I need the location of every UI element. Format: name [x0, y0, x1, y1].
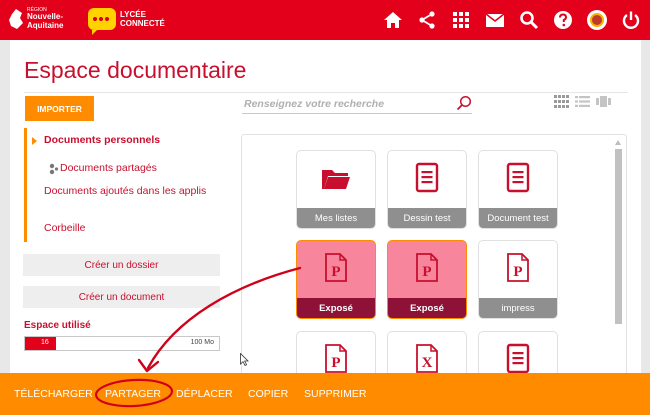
svg-text:X: X — [422, 355, 433, 371]
grid-view-icon[interactable] — [554, 95, 569, 108]
lycee-logo-text: LYCÉE CONNECTÉ — [120, 10, 165, 28]
create-document-button[interactable]: Créer un document — [23, 286, 220, 308]
download-button[interactable]: TÉLÉCHARGER — [14, 388, 93, 400]
mail-icon[interactable] — [482, 7, 508, 33]
region-logo[interactable]: RÉGION Nouvelle- Aquitaine — [8, 5, 84, 35]
file-name: Exposé — [297, 298, 375, 318]
lycee-logo-line1: LYCÉE — [120, 10, 146, 19]
title-divider — [24, 92, 628, 93]
import-button[interactable]: IMPORTER — [25, 96, 94, 121]
list-view-icon[interactable] — [575, 95, 590, 108]
file-name: Document test — [479, 208, 557, 228]
file-tile[interactable]: Pimpress — [478, 240, 558, 319]
presentation-icon: P — [321, 252, 351, 284]
file-name: Mes listes — [297, 208, 375, 228]
power-icon[interactable] — [618, 7, 644, 33]
mouse-cursor-icon — [240, 353, 249, 366]
tree-item-corbeille[interactable]: Corbeille — [44, 222, 85, 235]
svg-text:P: P — [331, 355, 340, 371]
document-icon — [503, 162, 533, 194]
file-tile[interactable]: Document test — [478, 150, 558, 229]
header-icons — [380, 6, 644, 34]
presentation-icon: P — [321, 343, 351, 375]
file-name: impress — [479, 298, 557, 318]
apps-grid-icon[interactable] — [448, 7, 474, 33]
file-grid: Mes listes Dessin test Document test P Expos… — [241, 134, 627, 404]
carousel-view-icon[interactable] — [596, 95, 611, 108]
top-bar: RÉGION Nouvelle- Aquitaine LYCÉE CONNECT… — [0, 0, 650, 40]
folder-tree: Documents personnels Documents partagés … — [24, 128, 220, 242]
search-icon[interactable] — [516, 7, 542, 33]
quota-max-value: 100 Mo — [190, 339, 214, 346]
svg-text:P: P — [331, 264, 340, 280]
delete-button[interactable]: SUPPRIMER — [304, 388, 366, 400]
action-bar: TÉLÉCHARGER PARTAGER DÉPLACER COPIER SUP… — [0, 373, 650, 415]
help-icon[interactable] — [550, 7, 576, 33]
tree-item-documents-partages[interactable]: Documents partagés — [60, 162, 157, 175]
space-used-label: Espace utilisé — [24, 320, 91, 331]
home-icon[interactable] — [380, 7, 406, 33]
svg-text:P: P — [422, 264, 431, 280]
scrollbar-thumb[interactable] — [615, 149, 622, 324]
file-tile[interactable]: P Exposé — [387, 240, 467, 319]
share-button[interactable]: PARTAGER — [105, 388, 161, 400]
move-button[interactable]: DÉPLACER — [176, 388, 233, 400]
search-icon[interactable] — [456, 95, 472, 111]
tree-item-documents-applis[interactable]: Documents ajoutés dans les applis — [44, 185, 219, 198]
file-tile[interactable]: P Exposé — [296, 240, 376, 319]
scrollbar[interactable] — [615, 140, 622, 391]
share-icon[interactable] — [414, 7, 440, 33]
quota-used-value: 16 — [41, 339, 49, 346]
expand-arrow-icon[interactable] — [32, 137, 37, 145]
quota-bar: 16 100 Mo — [24, 336, 220, 351]
presentation-icon: P — [412, 252, 442, 284]
document-icon — [412, 162, 442, 194]
create-folder-button[interactable]: Créer un dossier — [23, 254, 220, 276]
region-logo-mark — [9, 9, 23, 29]
search-box — [242, 94, 472, 114]
search-input[interactable] — [244, 96, 444, 112]
region-logo-line2: Aquitaine — [27, 20, 64, 30]
file-name: Dessin test — [388, 208, 466, 228]
view-switcher — [554, 95, 611, 108]
file-tile[interactable]: Mes listes — [296, 150, 376, 229]
region-logo-text: RÉGION Nouvelle- Aquitaine — [27, 7, 63, 30]
presentation-icon: P — [503, 252, 533, 284]
tree-item-documents-personnels[interactable]: Documents personnels — [44, 134, 160, 147]
spreadsheet-icon: X — [412, 343, 442, 375]
page-title: Espace documentaire — [24, 57, 247, 83]
file-tile[interactable]: Dessin test — [387, 150, 467, 229]
shared-icon — [49, 163, 59, 175]
document-icon — [503, 343, 533, 375]
folder-icon — [321, 162, 351, 194]
scroll-up-arrow-icon[interactable] — [615, 140, 621, 145]
avatar[interactable] — [584, 7, 610, 33]
main-panel: Espace documentaire IMPORTER Documents p… — [10, 40, 641, 410]
lycee-connecte-logo[interactable]: LYCÉE CONNECTÉ — [88, 8, 170, 35]
lycee-logo-line2: CONNECTÉ — [120, 19, 165, 28]
chat-bubble-icon — [88, 8, 116, 35]
copy-button[interactable]: COPIER — [248, 388, 288, 400]
file-name: Exposé — [388, 298, 466, 318]
svg-text:P: P — [513, 264, 522, 280]
